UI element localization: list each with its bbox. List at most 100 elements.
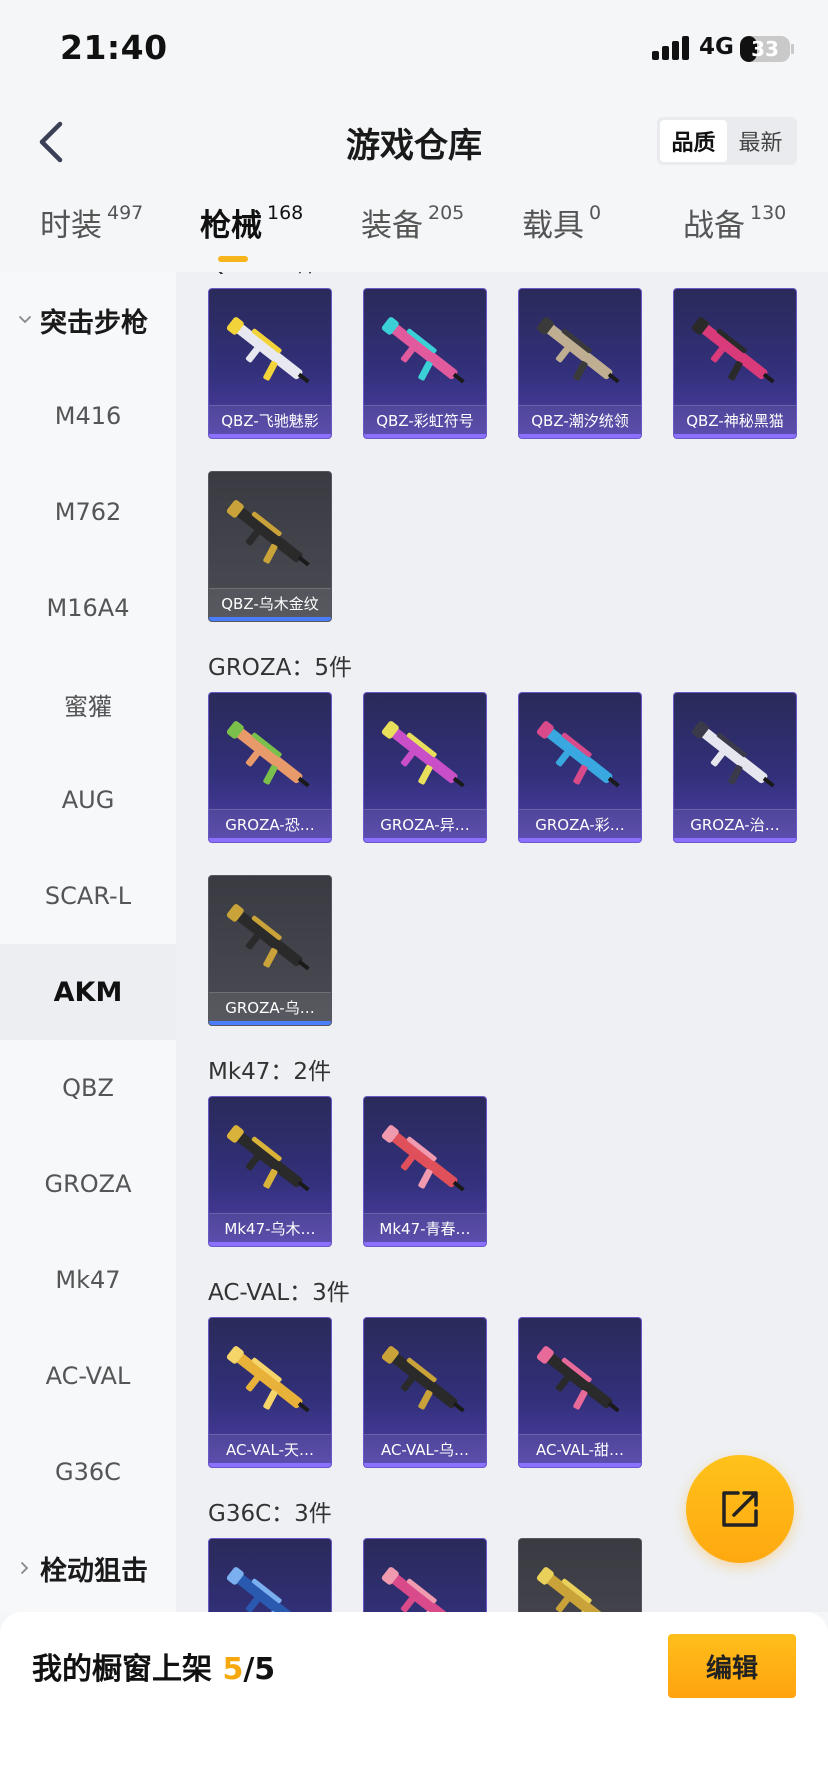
weapon-card[interactable]: GROZA-恐…	[208, 692, 332, 843]
edit-button[interactable]: 编辑	[668, 1634, 796, 1698]
quality-bar	[519, 1463, 641, 1467]
weapon-card[interactable]: QBZ-神秘黑猫	[673, 288, 797, 439]
weapon-card[interactable]: GROZA-异…	[363, 692, 487, 843]
tab-guns[interactable]: 枪械 168	[200, 200, 303, 245]
sort-toggle: 品质 最新	[657, 117, 797, 165]
network-type: 4G	[699, 34, 734, 60]
weapon-card[interactable]: GROZA-彩…	[518, 692, 642, 843]
tab-label: 时装	[40, 208, 102, 244]
sidebar-item-m16a4[interactable]: M16A4	[0, 560, 176, 656]
section-title: GROZA：5件	[208, 655, 353, 681]
share-button[interactable]	[686, 1455, 794, 1563]
chevron-right-icon	[21, 1562, 29, 1574]
status-time: 21:40	[60, 28, 168, 67]
quality-bar	[519, 434, 641, 438]
rifle-icon	[226, 721, 310, 788]
tab-equipment[interactable]: 装备 205	[361, 200, 464, 245]
active-tab-indicator	[218, 256, 248, 262]
rifle-icon	[381, 721, 465, 788]
tab-label: 载具	[522, 208, 584, 244]
rifle-icon	[226, 1125, 310, 1192]
sidebar-item-m416[interactable]: M416	[0, 368, 176, 464]
weapon-name: GROZA-彩…	[519, 809, 641, 838]
tab-count: 0	[589, 202, 602, 224]
rifle-icon	[691, 317, 775, 384]
weapon-card[interactable]: GROZA-治…	[673, 692, 797, 843]
weapon-card[interactable]: AC-VAL-天…	[208, 1317, 332, 1468]
weapon-name: GROZA-治…	[674, 809, 796, 838]
weapon-card[interactable]	[518, 1538, 642, 1612]
weapon-card[interactable]: AC-VAL-乌…	[363, 1317, 487, 1468]
battery-percent: 33	[751, 37, 779, 61]
weapon-name: Mk47-乌木…	[209, 1213, 331, 1242]
sidebar-item-m762[interactable]: M762	[0, 464, 176, 560]
weapon-card[interactable]: QBZ-飞驰魅影	[208, 288, 332, 439]
rifle-icon	[691, 721, 775, 788]
weapon-name: QBZ-乌木金纹	[209, 588, 331, 617]
sidebar-group-assault-rifle[interactable]: 突击步枪	[0, 272, 176, 368]
showcase-panel: 我的橱窗上架 5/5 编辑	[0, 1612, 828, 1792]
status-bar: 21:40 4G 33	[0, 0, 828, 100]
chevron-down-icon	[19, 316, 31, 324]
sidebar-item-aug[interactable]: AUG	[0, 752, 176, 848]
weapon-grid: QBZ：5件 QBZ-飞驰魅影 QBZ-彩虹符号 QBZ-潮汐统领 QBZ-神秘黑猫 QB…	[176, 272, 828, 1612]
quality-bar	[364, 434, 486, 438]
quality-bar	[674, 838, 796, 842]
rifle-icon	[536, 721, 620, 788]
weapon-card[interactable]: AC-VAL-甜…	[518, 1317, 642, 1468]
sidebar-item-scar-l[interactable]: SCAR-L	[0, 848, 176, 944]
battery-cap	[791, 44, 794, 54]
weapon-card[interactable]: GROZA-乌…	[208, 875, 332, 1026]
sidebar-item-ac-val[interactable]: AC-VAL	[0, 1328, 176, 1424]
weapon-name: Mk47-青春…	[364, 1213, 486, 1242]
sort-quality-button[interactable]: 品质	[660, 120, 727, 162]
quality-bar	[209, 434, 331, 438]
weapon-card[interactable]: QBZ-潮汐统领	[518, 288, 642, 439]
weapon-name: QBZ-潮汐统领	[519, 405, 641, 434]
weapon-card[interactable]	[208, 1538, 332, 1612]
rifle-icon	[381, 317, 465, 384]
sidebar-group-label: 突击步枪	[40, 307, 148, 339]
tab-count: 130	[750, 202, 787, 224]
rifle-icon	[536, 317, 620, 384]
quality-bar	[364, 1463, 486, 1467]
weapon-name: QBZ-彩虹符号	[364, 405, 486, 434]
weapon-card[interactable]	[363, 1538, 487, 1612]
weapon-name: GROZA-乌…	[209, 992, 331, 1021]
rifle-icon	[536, 1567, 613, 1612]
showcase-total: 5	[254, 1652, 276, 1687]
signal-icon	[652, 36, 692, 60]
weapon-name: GROZA-恐…	[209, 809, 331, 838]
quality-bar	[209, 617, 331, 621]
weapon-card[interactable]: Mk47-青春…	[363, 1096, 487, 1247]
tab-label: 战备	[683, 208, 745, 244]
weapon-card[interactable]: QBZ-乌木金纹	[208, 471, 332, 622]
weapon-name: QBZ-飞驰魅影	[209, 405, 331, 434]
quality-bar	[364, 838, 486, 842]
weapon-card[interactable]: QBZ-彩虹符号	[363, 288, 487, 439]
tab-label: 装备	[361, 208, 423, 244]
sort-newest-button[interactable]: 最新	[727, 120, 794, 162]
sidebar-item-honey-badger[interactable]: 蜜獾	[0, 656, 176, 752]
sidebar-group-label: 栓动狙击	[40, 1555, 148, 1587]
tab-fashion[interactable]: 时装 497	[40, 200, 143, 245]
sidebar-item-mk47[interactable]: Mk47	[0, 1232, 176, 1328]
quality-bar	[364, 1242, 486, 1246]
sidebar-item-groza[interactable]: GROZA	[0, 1136, 176, 1232]
tab-count: 497	[107, 202, 144, 224]
category-tabs: 时装 497 枪械 168 装备 205 载具 0 战备 130	[0, 200, 828, 260]
rifle-icon	[226, 1346, 310, 1413]
weapon-card[interactable]: Mk47-乌木…	[208, 1096, 332, 1247]
tab-count: 168	[267, 202, 304, 224]
sidebar-group-bolt-action[interactable]: 栓动狙击	[0, 1520, 176, 1616]
tab-label: 枪械	[200, 208, 262, 244]
sidebar-item-qbz[interactable]: QBZ	[0, 1040, 176, 1136]
quality-bar	[674, 434, 796, 438]
tab-count: 205	[428, 202, 465, 224]
tab-vehicles[interactable]: 载具 0	[522, 200, 601, 245]
weapon-type-sidebar: 突击步枪 M416 M762 M16A4 蜜獾 AUG SCAR-L AKM Q…	[0, 272, 176, 1612]
sidebar-item-akm[interactable]: AKM	[0, 944, 176, 1040]
section-title: AC-VAL：3件	[208, 1280, 350, 1306]
tab-combat-gear[interactable]: 战备 130	[683, 200, 786, 245]
sidebar-item-g36c[interactable]: G36C	[0, 1424, 176, 1520]
